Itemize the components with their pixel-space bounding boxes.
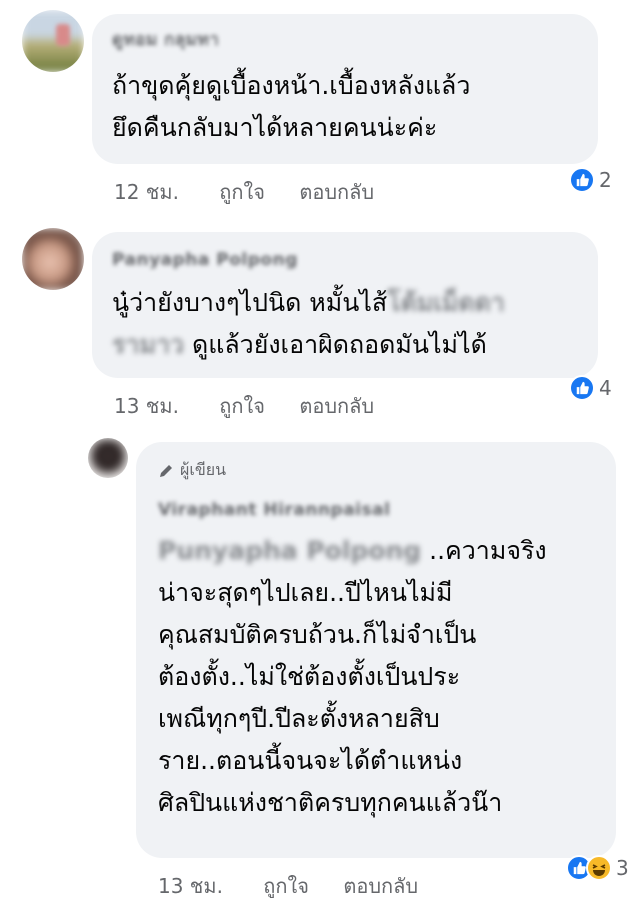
author-badge: ผู้เขียน [158, 458, 226, 483]
author-badge-label: ผู้เขียน [180, 460, 227, 479]
comment-text-line: รามาว ดูแล้วยังเอาผิดถอดมันไม่ได้ [112, 328, 487, 362]
reply-button[interactable]: ตอบกลับ [343, 870, 418, 902]
reaction-summary[interactable]: 4 [569, 372, 612, 404]
author-name[interactable]: Viraphant Hirannpaisal [158, 500, 390, 520]
comment-meta: 13 ชม. ถูกใจ ตอบกลับ [158, 870, 446, 902]
reply-button[interactable]: ตอบกลับ [299, 176, 374, 208]
comment-meta: 12 ชม. ถูกใจ ตอบกลับ [114, 176, 402, 208]
author-name[interactable]: ดูทอม กลุมทา [112, 26, 219, 53]
comment-bubble: ดูทอม กลุมทา ถ้าขุดคุ้ยดูเบื้องหน้า.เบื้… [92, 14, 598, 164]
comment-text-line: เพณีทุกๆปี.ปีละตั้งหลายสิบ [158, 704, 440, 733]
reply-button[interactable]: ตอบกลับ [299, 390, 374, 422]
avatar[interactable] [88, 438, 128, 478]
comment-text-line: คุณสมบัติครบถ้วน.ก็ไม่จำเป็น [158, 620, 477, 649]
like-button[interactable]: ถูกใจ [219, 176, 265, 208]
reaction-count: 3 [616, 856, 629, 880]
comment-text: ..ความจริง [429, 536, 547, 565]
comment-text-line: Punyapha Polpong ..ความจริง [158, 534, 547, 568]
haha-icon [586, 855, 612, 881]
like-icon [569, 167, 595, 193]
tagged-name[interactable]: รามาว [112, 328, 184, 362]
reaction-count: 4 [599, 376, 612, 400]
tagged-name[interactable]: โต้มเม็ดดา [387, 286, 505, 320]
comment-text-line: ยึดคืนกลับมาได้หลายคนน่ะค่ะ [112, 113, 438, 142]
timestamp[interactable]: 12 ชม. [114, 176, 179, 208]
comment-text-line: ราย..ตอนนี้จนจะได้ตำแหน่ง [158, 746, 463, 775]
comment-meta: 13 ชม. ถูกใจ ตอบกลับ [114, 390, 402, 422]
comment-bubble: ผู้เขียน Viraphant Hirannpaisal Punyapha… [136, 442, 616, 858]
like-button[interactable]: ถูกใจ [263, 870, 309, 902]
reaction-count: 2 [599, 168, 612, 192]
pencil-icon [160, 464, 172, 477]
comment-text-line: ต้องตั้ง..ไม่ใช่ต้องตั้งเป็นประ [158, 662, 461, 691]
comment-text-line: ศิลปินแห่งชาติครบทุกคนแล้วน๊า [158, 788, 503, 817]
mentioned-user[interactable]: Punyapha Polpong [158, 534, 421, 568]
timestamp[interactable]: 13 ชม. [114, 390, 179, 422]
avatar[interactable] [22, 10, 84, 72]
comment-bubble: Panyapha Polpong นู๋ว่ายังบางๆไปนิด หมั้… [92, 232, 598, 378]
comment-text-line: นู๋ว่ายังบางๆไปนิด หมั้นไส้โต้มเม็ดดา [112, 286, 505, 320]
comment-text: ดูแล้วยังเอาผิดถอดมันไม่ได้ [191, 330, 487, 359]
comment-text: นู๋ว่ายังบางๆไปนิด หมั้นไส้ [112, 288, 388, 317]
author-name[interactable]: Panyapha Polpong [112, 250, 298, 270]
timestamp[interactable]: 13 ชม. [158, 870, 223, 902]
like-button[interactable]: ถูกใจ [219, 390, 265, 422]
comment-text-line: ถ้าขุดคุ้ยดูเบื้องหน้า.เบื้องหลังแล้ว [112, 71, 471, 100]
like-icon [569, 375, 595, 401]
avatar[interactable] [22, 228, 84, 290]
comment-text-line: น่าจะสุดๆไปเลย..ปีไหนไม่มี [158, 578, 453, 607]
reaction-summary[interactable]: 3 [566, 852, 629, 884]
reaction-summary[interactable]: 2 [569, 164, 612, 196]
